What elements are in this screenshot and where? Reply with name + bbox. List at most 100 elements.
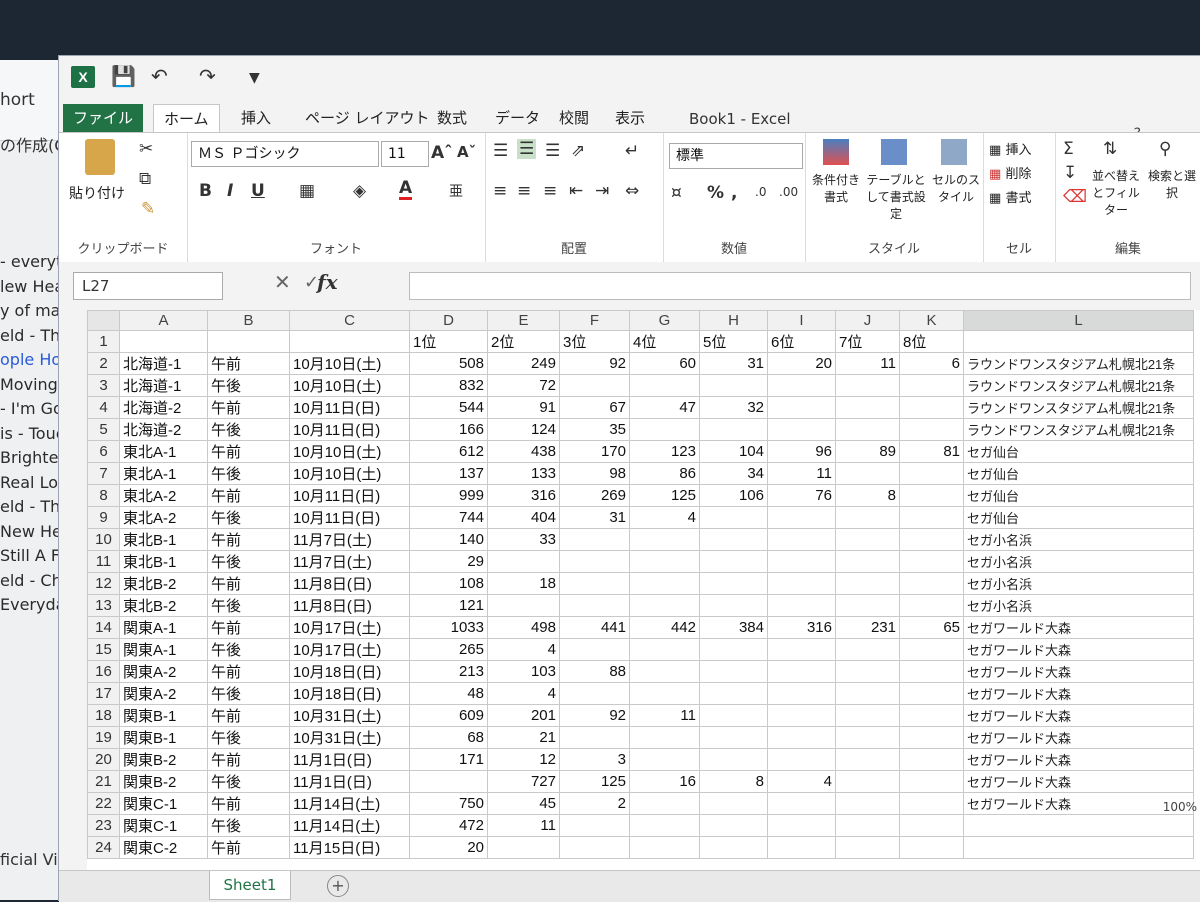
column-header-d[interactable]: D <box>409 310 488 331</box>
cell[interactable]: 72 <box>487 374 560 397</box>
row-header[interactable]: 7 <box>87 462 120 485</box>
cell[interactable] <box>835 836 900 859</box>
cell[interactable]: 関東A-2 <box>119 682 208 705</box>
cell[interactable]: 8 <box>835 484 900 507</box>
cell[interactable] <box>899 528 964 551</box>
cell[interactable]: 11 <box>835 352 900 375</box>
cell[interactable]: 88 <box>559 660 630 683</box>
cell[interactable] <box>559 374 630 397</box>
cell[interactable]: 10月17日(土) <box>289 616 410 639</box>
cell[interactable]: 4 <box>629 506 700 529</box>
phonetic-icon[interactable]: 亜 <box>449 181 463 201</box>
cell[interactable] <box>767 528 836 551</box>
cell[interactable] <box>629 792 700 815</box>
row-header[interactable]: 2 <box>87 352 120 375</box>
align-bottom-icon[interactable]: ☰ <box>545 141 560 161</box>
cell[interactable]: 98 <box>559 462 630 485</box>
cell[interactable] <box>835 726 900 749</box>
cell[interactable]: 137 <box>409 462 488 485</box>
cell[interactable]: 10月18日(日) <box>289 660 410 683</box>
cell[interactable] <box>899 594 964 617</box>
cell[interactable]: 1位 <box>409 330 488 353</box>
row-header[interactable]: 10 <box>87 528 120 551</box>
cell[interactable] <box>767 374 836 397</box>
cell[interactable]: 140 <box>409 528 488 551</box>
cell[interactable] <box>835 814 900 837</box>
cell[interactable]: 午後 <box>207 726 290 749</box>
row-header[interactable]: 3 <box>87 374 120 397</box>
row-header[interactable]: 21 <box>87 770 120 793</box>
cell[interactable]: セガワールド大森 <box>963 638 1194 661</box>
cell[interactable]: 89 <box>835 440 900 463</box>
conditional-format-button[interactable]: 条件付き書式 <box>807 171 865 205</box>
column-header-c[interactable]: C <box>289 310 410 331</box>
cell[interactable]: 11月14日(土) <box>289 792 410 815</box>
cell[interactable]: 5位 <box>699 330 768 353</box>
percent-icon[interactable]: % <box>707 183 724 203</box>
cell[interactable] <box>767 594 836 617</box>
cell[interactable]: 11月1日(日) <box>289 770 410 793</box>
cell[interactable]: 午前 <box>207 352 290 375</box>
cell[interactable]: 201 <box>487 704 560 727</box>
cell[interactable] <box>899 682 964 705</box>
insert-function-icon[interactable]: fx <box>317 270 338 294</box>
cell[interactable] <box>699 748 768 771</box>
cell[interactable]: 午前 <box>207 792 290 815</box>
cell[interactable]: セガ小名浜 <box>963 572 1194 595</box>
cell[interactable]: 124 <box>487 418 560 441</box>
cell[interactable]: 1033 <box>409 616 488 639</box>
cell[interactable]: 東北B-1 <box>119 528 208 551</box>
save-icon[interactable]: 💾 <box>111 64 136 88</box>
name-box[interactable]: L27 <box>73 272 223 300</box>
cell[interactable] <box>629 374 700 397</box>
cell[interactable]: 609 <box>409 704 488 727</box>
row-header[interactable]: 12 <box>87 572 120 595</box>
cell[interactable] <box>559 550 630 573</box>
sort-filter-icon[interactable]: ⇅ <box>1103 139 1117 159</box>
cell[interactable]: 関東B-2 <box>119 770 208 793</box>
cell[interactable] <box>963 836 1194 859</box>
cell[interactable] <box>767 418 836 441</box>
customize-qat-icon[interactable]: ▼ <box>249 70 260 86</box>
cell[interactable]: 関東A-1 <box>119 638 208 661</box>
cell[interactable]: 508 <box>409 352 488 375</box>
cell[interactable]: 166 <box>409 418 488 441</box>
cell[interactable]: 10月11日(日) <box>289 418 410 441</box>
cut-icon[interactable]: ✂ <box>139 139 153 159</box>
cell[interactable]: 104 <box>699 440 768 463</box>
cell[interactable] <box>559 572 630 595</box>
cell[interactable]: 170 <box>559 440 630 463</box>
cell[interactable]: セガ仙台 <box>963 440 1194 463</box>
cell[interactable]: 316 <box>767 616 836 639</box>
cell[interactable] <box>629 814 700 837</box>
fill-icon[interactable]: ↧ <box>1063 163 1077 183</box>
cell[interactable]: 92 <box>559 704 630 727</box>
row-header[interactable]: 5 <box>87 418 120 441</box>
cell[interactable]: 10月18日(日) <box>289 682 410 705</box>
cell[interactable]: 10月10日(土) <box>289 462 410 485</box>
wrap-text-icon[interactable]: ↵ <box>625 141 639 161</box>
cell[interactable]: セガ仙台 <box>963 484 1194 507</box>
cell[interactable]: 4 <box>487 682 560 705</box>
cell[interactable]: 午後 <box>207 462 290 485</box>
cell[interactable]: 86 <box>629 462 700 485</box>
cell[interactable] <box>899 814 964 837</box>
cell[interactable]: 午前 <box>207 572 290 595</box>
clear-icon[interactable]: ⌫ <box>1063 187 1087 207</box>
cell[interactable]: 11月7日(土) <box>289 550 410 573</box>
cell[interactable]: セガ仙台 <box>963 506 1194 529</box>
cell[interactable]: 7位 <box>835 330 900 353</box>
cell[interactable] <box>487 836 560 859</box>
cell[interactable]: 11月15日(日) <box>289 836 410 859</box>
cell[interactable] <box>835 748 900 771</box>
cell[interactable] <box>629 638 700 661</box>
cell[interactable]: セガ小名浜 <box>963 594 1194 617</box>
cell[interactable]: 午後 <box>207 418 290 441</box>
tab-data[interactable]: データ <box>485 104 550 132</box>
cell[interactable]: 午後 <box>207 374 290 397</box>
cell[interactable] <box>487 594 560 617</box>
delete-button[interactable]: ▦ 削除 <box>989 163 1031 182</box>
cell-styles-button[interactable]: セルのスタイル <box>931 171 981 205</box>
cell[interactable] <box>629 836 700 859</box>
cell[interactable] <box>559 814 630 837</box>
